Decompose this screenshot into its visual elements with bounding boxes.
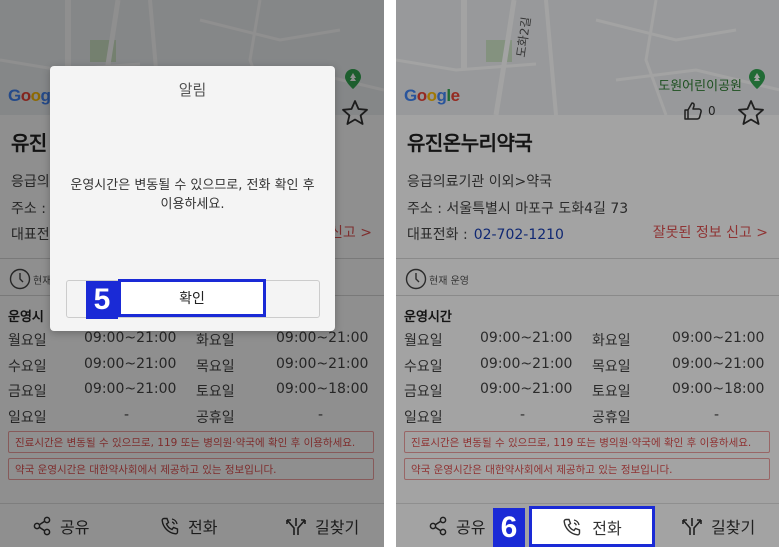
share-label: 공유: [456, 518, 486, 537]
notice-data-source: 약국 운영시간은 대한약사회에서 제공하고 있는 정보입니다.: [404, 458, 770, 480]
status-text: 현재 운영: [429, 275, 469, 287]
day-label: 일요일: [404, 409, 443, 426]
share-icon: [429, 516, 447, 536]
google-letter: g: [436, 86, 447, 105]
google-letter: e: [450, 86, 460, 105]
hours-value: 09:00~18:00: [672, 381, 765, 397]
hours-value: -: [520, 406, 526, 423]
hours-table: 월요일 09:00~21:00 화요일 09:00~21:00 수요일 09:0…: [396, 330, 779, 432]
google-letter: o: [416, 86, 427, 105]
thumbs-up-icon: [684, 102, 702, 120]
favorite-star-icon[interactable]: [736, 98, 766, 128]
call-button-highlighted[interactable]: 전화: [529, 506, 655, 547]
call-label: 전화: [592, 518, 622, 538]
notice-hours-change: 진료시간은 변동될 수 있으므로, 119 또는 병의원·약국에 확인 후 이용…: [404, 431, 770, 453]
phone-icon: [563, 518, 581, 536]
address-text: 주소 : 서울특별시 마포구 도화4길 73: [407, 201, 629, 217]
day-label: 수요일: [404, 358, 443, 375]
report-wrong-info-link[interactable]: 잘못된 정보 신고 >: [653, 222, 768, 242]
dialog-title: 알림: [178, 81, 207, 99]
left-screen: Google 유진 응급의 주소 : 대표전 신고 > 현재 운영시 월요일 0…: [0, 0, 384, 547]
hours-row: 금요일 09:00~21:00 토요일 09:00~18:00: [396, 381, 779, 407]
google-letter: G: [404, 86, 417, 105]
google-logo: Google: [404, 86, 460, 106]
divider: [396, 258, 779, 259]
park-label: 도원어린이공원: [658, 79, 742, 94]
hours-value: -: [714, 406, 720, 423]
pharmacy-name: 유진온누리약국: [407, 131, 533, 155]
day-label: 화요일: [592, 333, 631, 349]
hours-row: 일요일 - 공휴일 -: [396, 407, 779, 433]
tel-row: 대표전화 : 02-702-1210: [407, 224, 564, 244]
route-button[interactable]: 길찾기: [681, 514, 755, 538]
right-screen: 도화2길 Google 도원어린이공원 0 유진온누리약국 응급의료기관 이외>…: [396, 0, 779, 547]
google-letter: o: [426, 86, 437, 105]
route-icon: [682, 518, 702, 535]
clock-icon: [405, 268, 427, 290]
tel-number-link[interactable]: 02-702-1210: [474, 227, 564, 243]
hours-value: 09:00~21:00: [480, 355, 573, 372]
park-pin-icon: [749, 69, 765, 89]
dialog-message: 운영시간은 변동될 수 있으므로, 전화 확인 후 이용하세요.: [70, 178, 315, 212]
dialog-confirm-button[interactable]: 확인: [118, 279, 266, 317]
hours-value: 09:00~21:00: [672, 355, 765, 372]
category-text: 응급의료기관 이외>약국: [407, 174, 552, 190]
step-number-badge: 6: [493, 508, 525, 547]
day-label: 금요일: [404, 384, 443, 400]
status-row: 현재 운영: [405, 268, 469, 290]
route-label: 길찾기: [711, 518, 756, 537]
hours-row: 월요일 09:00~21:00 화요일 09:00~21:00: [396, 330, 779, 356]
hours-row: 수요일 09:00~21:00 목요일 09:00~21:00: [396, 356, 779, 382]
day-label: 월요일: [404, 333, 443, 349]
hours-value: 09:00~21:00: [480, 381, 573, 397]
share-button[interactable]: 공유: [428, 514, 485, 538]
tel-label: 대표전화 :: [407, 227, 468, 243]
like-button[interactable]: 0: [682, 96, 722, 126]
day-label: 토요일: [592, 384, 631, 400]
day-label: 목요일: [592, 358, 631, 375]
day-label: 공휴일: [592, 409, 631, 426]
divider: [396, 295, 779, 296]
step-number-badge: 5: [86, 281, 118, 319]
hours-title: 운영시간: [404, 310, 452, 325]
like-count: 0: [708, 104, 716, 118]
hours-value: 09:00~21:00: [480, 330, 573, 346]
hours-value: 09:00~21:00: [672, 330, 765, 346]
panel-gap: [384, 0, 396, 547]
